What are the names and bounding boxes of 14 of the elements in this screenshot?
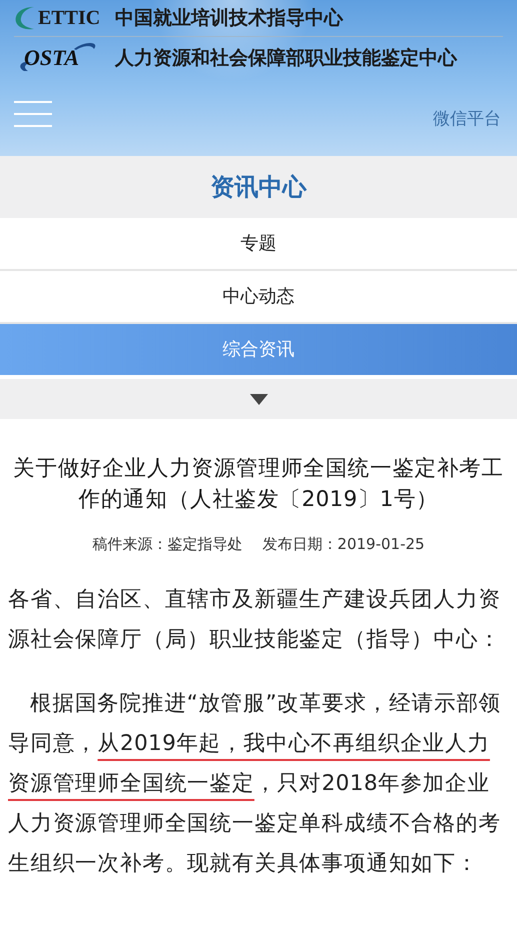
crescent-icon bbox=[14, 5, 36, 31]
caret-down-icon[interactable] bbox=[250, 394, 268, 404]
nav-item[interactable]: 中心动态 bbox=[0, 271, 517, 322]
logo-text: OSTA bbox=[24, 47, 80, 69]
organization-name: 人力资源和社会保障部职业技能鉴定中心 bbox=[115, 48, 457, 68]
article-title: 关于做好企业人力资源管理师全国统一鉴定补考工 作的通知（人社鉴发〔2019〕1号） bbox=[13, 455, 504, 514]
organization-name: 中国就业培训技术指导中心 bbox=[115, 8, 343, 28]
article-paragraph: 各省、自治区、直辖市及新疆生产建设兵团人力资源社会保障厅（局）职业技能鉴定（指导）中心： bbox=[8, 586, 502, 654]
publish-date: 发布日期：2019-01-25 bbox=[262, 534, 425, 555]
article-paragraph: 根据国务院推进“放管服”改革要求，经请示部领导同意，从2019年起，我中心不再组织企业人力资源管理师全国统一鉴定，只对2018年参加企业人力资源管理师全国统一鉴定单科成绩不合格的考生组织一次补考。现就有关具体事项通知如下： bbox=[8, 690, 502, 878]
section-title: 资讯中心 bbox=[210, 172, 306, 203]
article-source: 稿件来源：鉴定指导处 bbox=[92, 534, 242, 555]
nav-item[interactable]: 专题 bbox=[0, 218, 517, 269]
logo-text: ETTIC bbox=[38, 8, 100, 28]
